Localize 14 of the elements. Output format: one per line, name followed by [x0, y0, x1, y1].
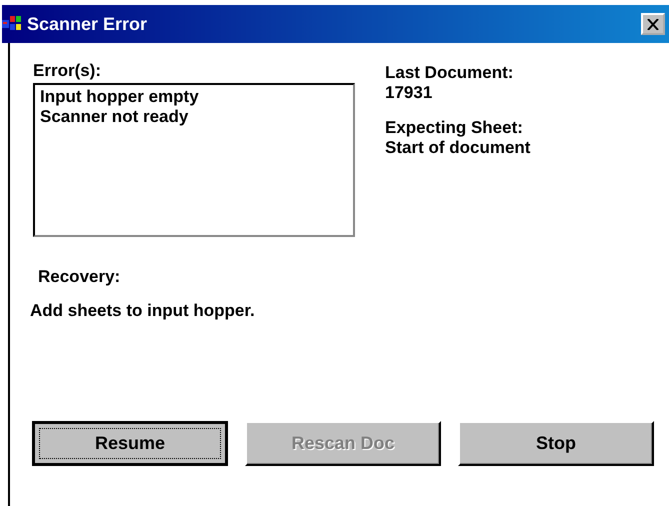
field-label: Recovery: [38, 267, 122, 287]
window-title: Scanner Error [27, 14, 148, 34]
list-item: Scanner not ready [40, 107, 190, 127]
field-label: Expecting Sheet: [385, 118, 524, 138]
close-button[interactable] [641, 13, 665, 35]
field-value: Start of document [385, 138, 530, 158]
list-item: Input hopper empty [40, 87, 200, 107]
field-label: Last Document: [385, 63, 514, 83]
dialog-button[interactable]: Stop [458, 421, 654, 466]
field-label: Error(s): [33, 61, 102, 81]
close-icon [647, 18, 659, 30]
dialog-button[interactable]: Resume [32, 421, 228, 466]
recovery-text: Add sheets to input hopper. [30, 301, 256, 321]
field-value: 17931 [385, 83, 434, 103]
